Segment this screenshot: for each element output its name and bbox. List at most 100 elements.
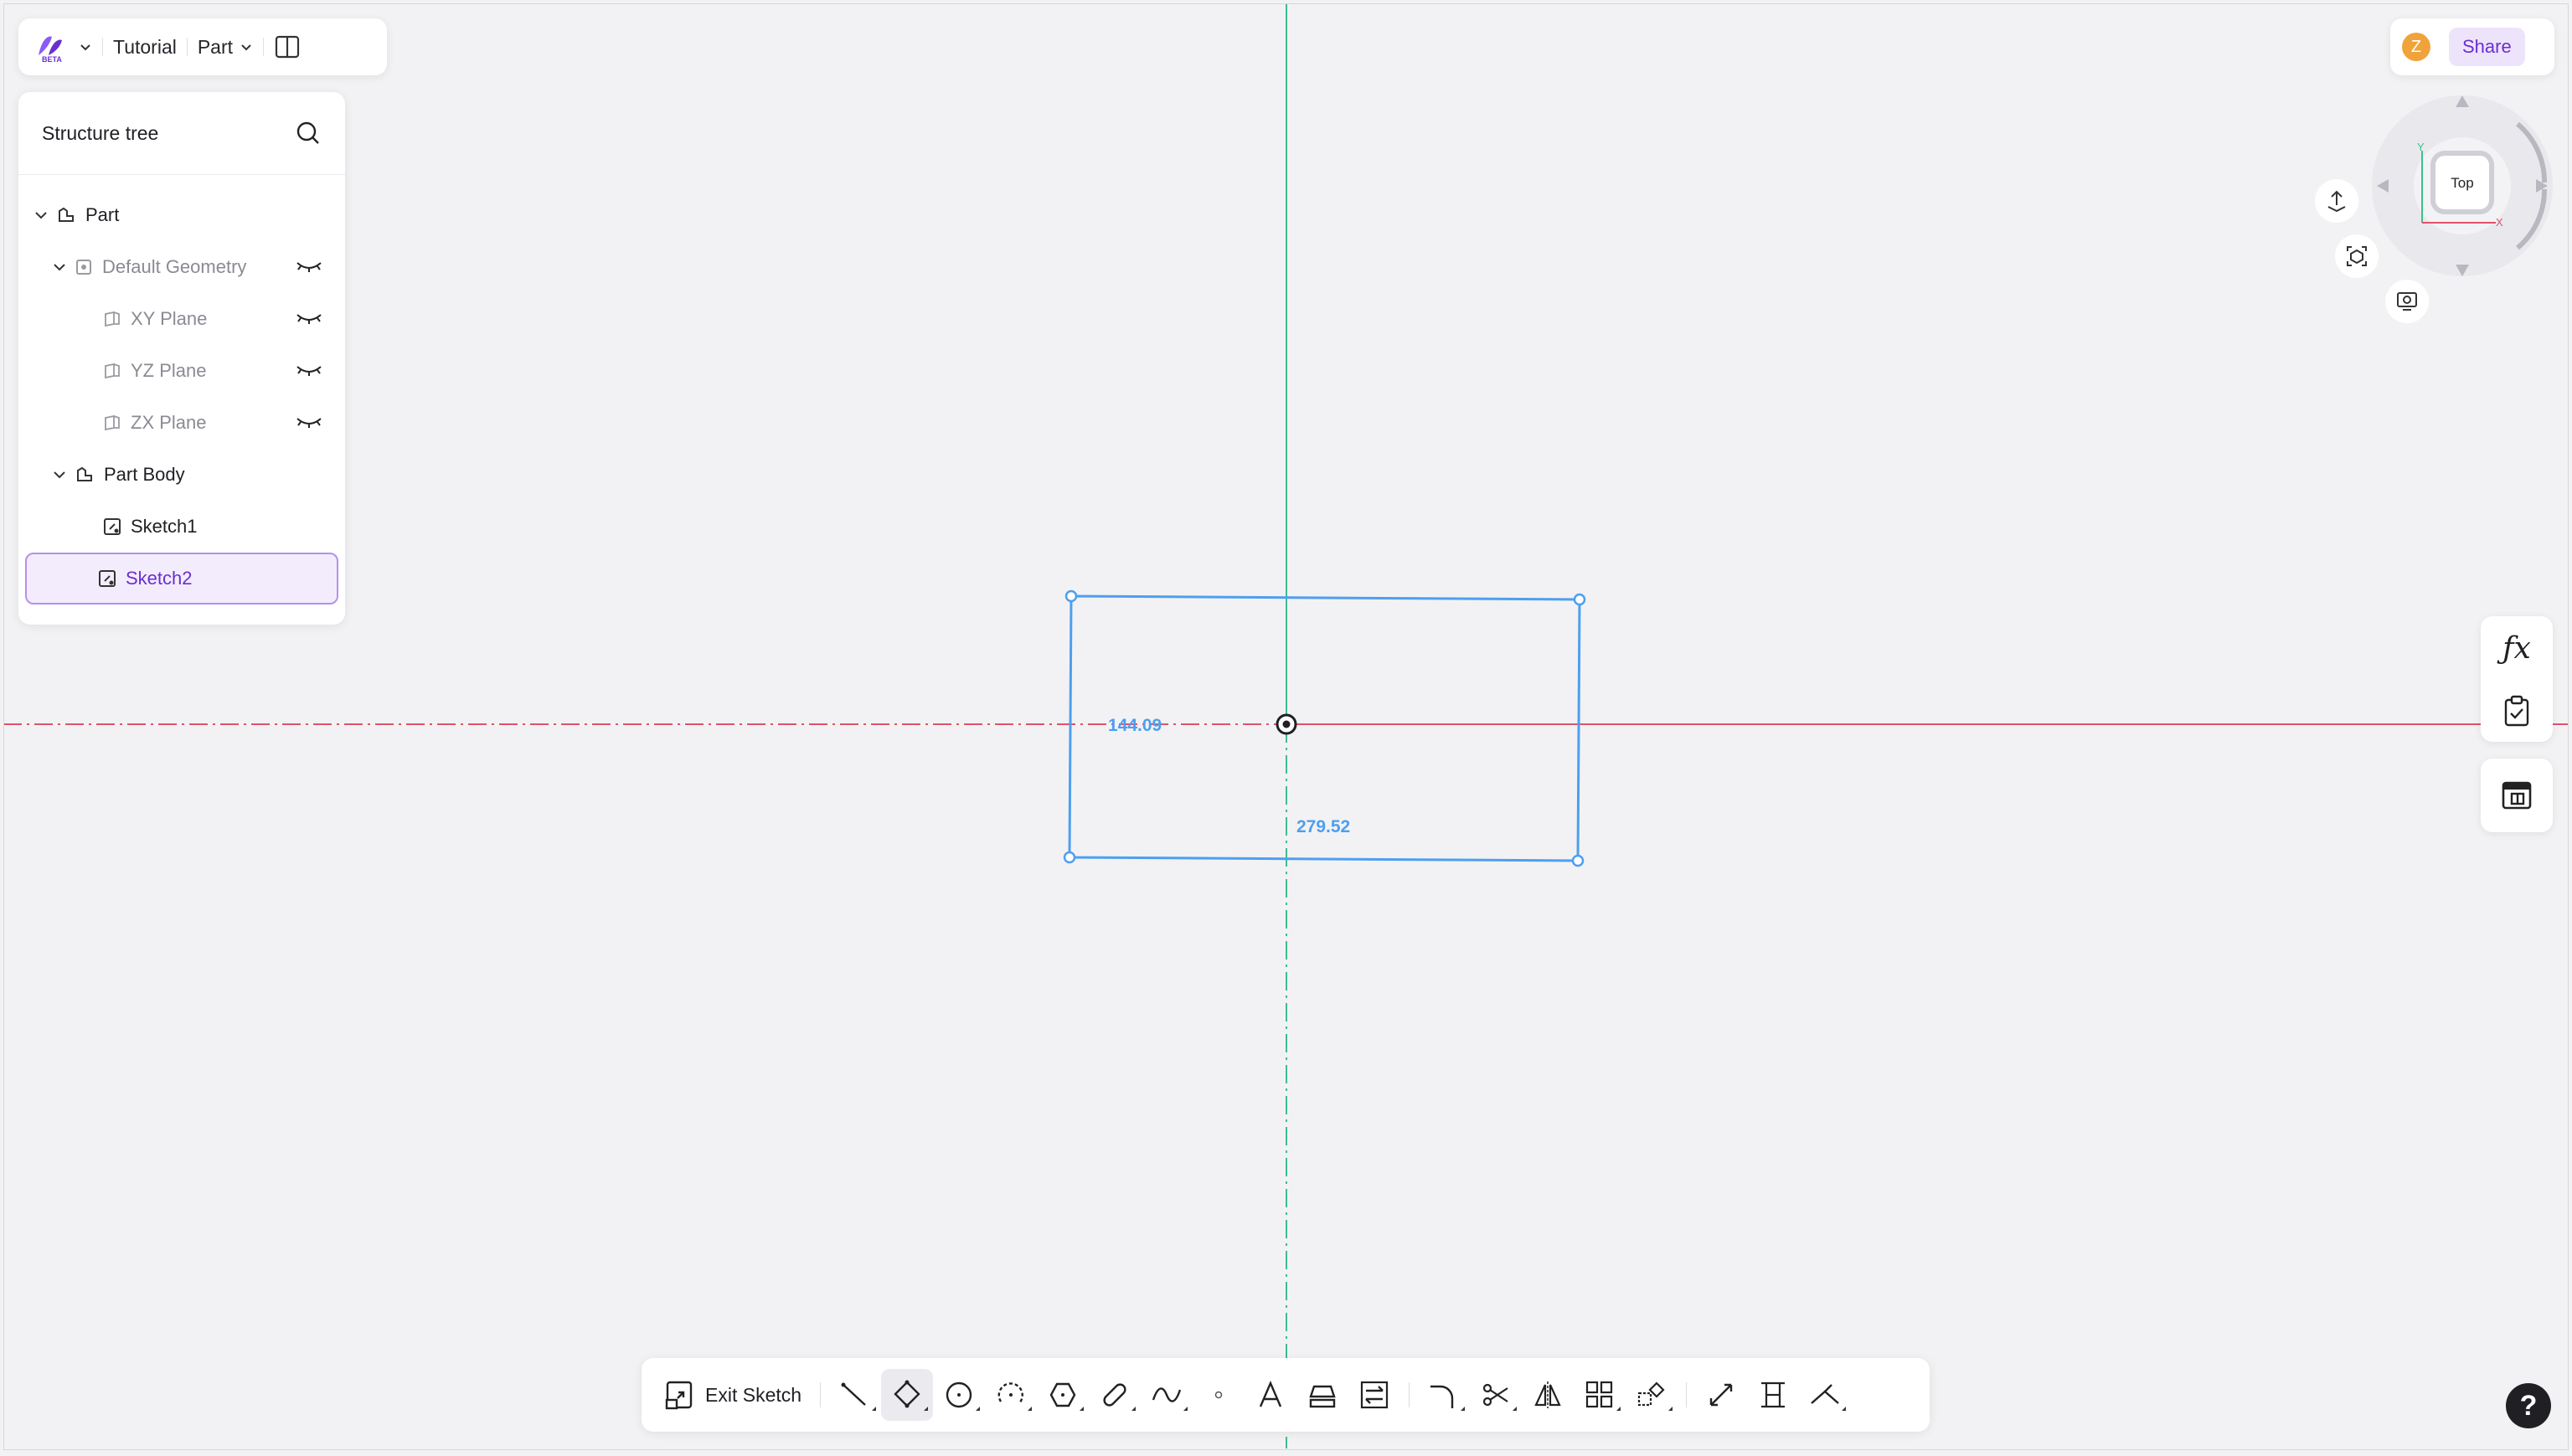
dropdown-indicator bbox=[1028, 1407, 1033, 1411]
project-name[interactable]: Tutorial bbox=[113, 36, 177, 59]
structure-tree-panel: Structure tree Part Default Geometry XY … bbox=[18, 92, 345, 625]
arc-tool[interactable] bbox=[985, 1369, 1037, 1421]
tree-item-part[interactable]: Part bbox=[25, 191, 338, 239]
geometry-folder-icon bbox=[76, 260, 91, 275]
viewport-frame bbox=[3, 3, 2569, 1450]
line-tool[interactable] bbox=[829, 1369, 881, 1421]
construction-tool[interactable] bbox=[1799, 1369, 1851, 1421]
trim-tool[interactable] bbox=[1470, 1369, 1522, 1421]
dropdown-indicator bbox=[1183, 1407, 1188, 1411]
body-icon bbox=[77, 466, 92, 481]
panel-toggle-icon[interactable] bbox=[274, 33, 301, 60]
rectangle-tool[interactable] bbox=[881, 1369, 934, 1421]
spline-icon bbox=[1152, 1387, 1182, 1402]
eye-closed-icon[interactable] bbox=[295, 308, 323, 327]
mirror-tool[interactable] bbox=[1522, 1369, 1574, 1421]
template-icon[interactable] bbox=[2501, 780, 2533, 810]
dropdown-indicator bbox=[976, 1407, 981, 1411]
tree-item-part-body[interactable]: Part Body bbox=[25, 450, 338, 499]
rectangle-tool-icon bbox=[894, 1380, 920, 1408]
tree-item-yz-plane[interactable]: YZ Plane bbox=[25, 347, 338, 395]
tree-title: Structure tree bbox=[42, 121, 159, 144]
tree-item-sketch1[interactable]: Sketch1 bbox=[25, 502, 338, 551]
exit-sketch-label: Exit Sketch bbox=[705, 1383, 802, 1406]
transform-icon bbox=[1637, 1381, 1665, 1407]
text-tool[interactable] bbox=[1245, 1369, 1296, 1421]
sketch-icon bbox=[99, 570, 116, 587]
tree-item-zx-plane[interactable]: ZX Plane bbox=[25, 399, 338, 447]
share-button[interactable]: Share bbox=[2449, 28, 2525, 66]
polygon-icon bbox=[1049, 1382, 1076, 1407]
divider bbox=[1686, 1382, 1688, 1407]
mode-label: Part bbox=[197, 35, 234, 58]
transform-tool[interactable] bbox=[1626, 1369, 1678, 1421]
dimension-tool[interactable] bbox=[1695, 1369, 1747, 1421]
help-button[interactable]: ? bbox=[2506, 1383, 2551, 1428]
dropdown-indicator bbox=[1668, 1407, 1673, 1411]
constraint-tool[interactable] bbox=[1747, 1369, 1799, 1421]
search-icon[interactable] bbox=[295, 120, 322, 147]
checklist-icon[interactable] bbox=[2502, 695, 2531, 727]
tree-header: Structure tree bbox=[18, 92, 345, 175]
axis-y-label: Y bbox=[2417, 141, 2425, 153]
view-cube-graphic: Top Y X bbox=[2372, 95, 2553, 276]
spline-tool[interactable] bbox=[1141, 1369, 1193, 1421]
pattern-icon bbox=[1585, 1381, 1613, 1408]
slot-icon bbox=[1103, 1383, 1126, 1407]
eye-closed-icon[interactable] bbox=[295, 412, 323, 430]
plane-icon bbox=[105, 414, 120, 431]
slot-tool[interactable] bbox=[1089, 1369, 1141, 1421]
right-tools-panel: ƒx bbox=[2481, 616, 2553, 742]
tree-item-label: Part Body bbox=[104, 464, 185, 485]
app-menu[interactable]: BETA bbox=[34, 30, 92, 64]
home-view-icon bbox=[2327, 190, 2346, 213]
tree-item-label: Sketch1 bbox=[131, 516, 198, 537]
trim-icon bbox=[1482, 1383, 1508, 1407]
dropdown-indicator bbox=[872, 1407, 877, 1411]
project-tool[interactable] bbox=[1296, 1369, 1348, 1421]
home-view-button[interactable] bbox=[2315, 179, 2358, 223]
tree-item-label: YZ Plane bbox=[131, 360, 207, 381]
fillet-icon bbox=[1430, 1385, 1454, 1408]
mode-dropdown[interactable]: Part bbox=[198, 36, 253, 59]
fit-view-button[interactable] bbox=[2335, 234, 2379, 278]
divider bbox=[102, 38, 103, 56]
construction-icon bbox=[1811, 1384, 1839, 1404]
fit-view-icon bbox=[2347, 246, 2367, 266]
sketch-icon bbox=[104, 518, 121, 535]
avatar[interactable]: Z bbox=[2402, 33, 2430, 61]
plane-icon bbox=[105, 311, 120, 327]
circle-tool[interactable] bbox=[933, 1369, 985, 1421]
plane-icon bbox=[105, 363, 120, 379]
chevron-down-icon[interactable] bbox=[52, 260, 67, 275]
tree-item-default-geometry[interactable]: Default Geometry bbox=[25, 243, 338, 291]
arc-icon bbox=[997, 1382, 1023, 1404]
fillet-tool[interactable] bbox=[1418, 1369, 1470, 1421]
tree-item-label: ZX Plane bbox=[131, 412, 207, 433]
eye-closed-icon[interactable] bbox=[295, 360, 323, 378]
convert-tool[interactable] bbox=[1348, 1369, 1400, 1421]
formula-icon[interactable]: ƒx bbox=[2502, 631, 2531, 666]
tree-item-label: Sketch2 bbox=[126, 568, 193, 589]
divider bbox=[1409, 1382, 1410, 1407]
view-cube[interactable]: Top Y X bbox=[2370, 90, 2554, 283]
polygon-tool[interactable] bbox=[1037, 1369, 1089, 1421]
divider bbox=[186, 38, 188, 56]
display-mode-button[interactable] bbox=[2385, 280, 2429, 323]
eye-closed-icon[interactable] bbox=[295, 256, 323, 275]
pattern-tool[interactable] bbox=[1574, 1369, 1626, 1421]
chevron-down-icon bbox=[241, 44, 251, 51]
top-right-bar: Z Share bbox=[2390, 18, 2554, 75]
dimension-icon bbox=[1709, 1383, 1733, 1407]
divider bbox=[263, 38, 265, 56]
point-icon bbox=[1214, 1391, 1223, 1399]
point-tool[interactable] bbox=[1193, 1369, 1245, 1421]
tree-item-sketch2[interactable]: Sketch2 bbox=[25, 553, 338, 605]
constraint-icon bbox=[1761, 1381, 1786, 1408]
dropdown-indicator bbox=[1616, 1407, 1621, 1411]
exit-sketch-button[interactable]: Exit Sketch bbox=[663, 1378, 801, 1412]
app-logo-icon: BETA bbox=[39, 36, 62, 64]
chevron-down-icon[interactable] bbox=[52, 467, 67, 482]
tree-item-xy-plane[interactable]: XY Plane bbox=[25, 295, 338, 343]
chevron-down-icon[interactable] bbox=[34, 208, 49, 223]
